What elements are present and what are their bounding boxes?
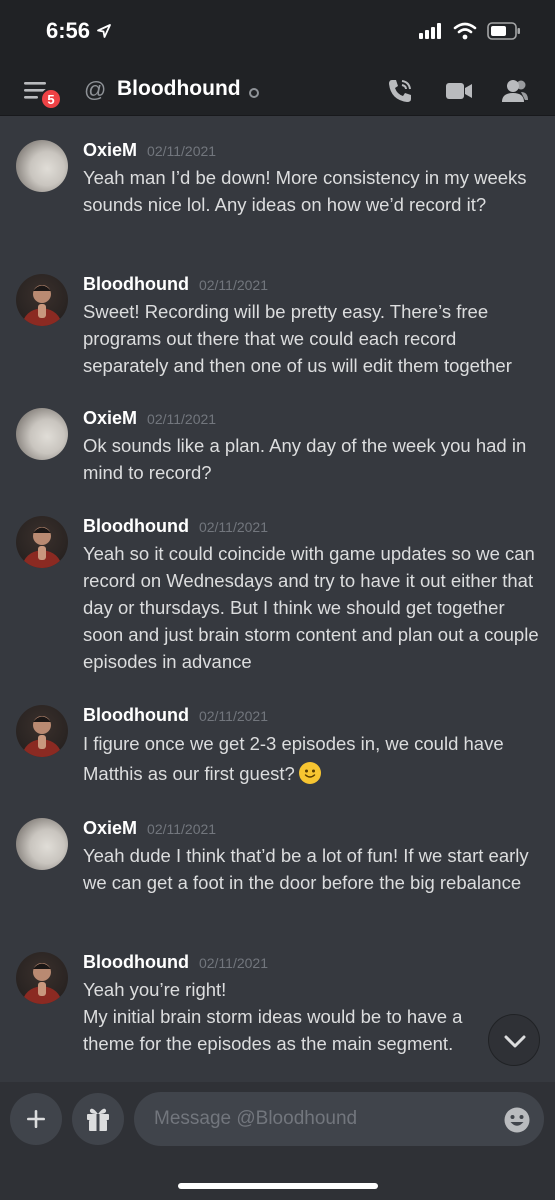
message-header: OxieM 02/11/2021 bbox=[83, 818, 216, 839]
notification-badge: 5 bbox=[40, 88, 62, 110]
message-header: Bloodhound 02/11/2021 bbox=[83, 516, 268, 537]
menu-button[interactable]: 5 bbox=[22, 76, 62, 110]
author-name[interactable]: Bloodhound bbox=[83, 705, 189, 725]
avatar[interactable] bbox=[16, 952, 68, 1004]
channel-title[interactable]: Bloodhound bbox=[117, 77, 241, 101]
avatar[interactable] bbox=[16, 516, 68, 568]
message-text: Yeah man I’d be down! More consistency i… bbox=[83, 167, 527, 215]
signal-icon bbox=[419, 23, 441, 39]
timestamp: 02/11/2021 bbox=[147, 143, 217, 159]
message-header: Bloodhound 02/11/2021 bbox=[83, 952, 268, 973]
channel-header: 5 @ Bloodhound bbox=[0, 64, 555, 116]
status-bar: 6:56 bbox=[0, 0, 555, 64]
avatar[interactable] bbox=[16, 274, 68, 326]
status-time-text: 6:56 bbox=[46, 18, 91, 43]
battery-icon bbox=[487, 22, 520, 40]
offline-status-icon bbox=[249, 88, 259, 98]
message-header: OxieM 02/11/2021 bbox=[83, 408, 216, 429]
timestamp: 02/11/2021 bbox=[198, 708, 268, 724]
author-name[interactable]: Bloodhound bbox=[83, 952, 189, 972]
status-indicators bbox=[419, 22, 521, 40]
chevron-down-icon bbox=[504, 1035, 526, 1048]
message-line: My initial brain storm ideas would be to… bbox=[83, 1006, 463, 1054]
at-icon: @ bbox=[84, 77, 107, 102]
wifi-icon bbox=[453, 22, 477, 40]
location-arrow-icon bbox=[97, 24, 111, 38]
members-icon[interactable] bbox=[500, 76, 530, 106]
avatar-image bbox=[22, 963, 62, 1004]
add-attachment-button[interactable] bbox=[10, 1093, 62, 1145]
message-text: Ok sounds like a plan. Any day of the we… bbox=[83, 435, 527, 483]
slightly-smiling-face-icon bbox=[298, 762, 321, 784]
gift-button[interactable] bbox=[72, 1093, 124, 1145]
video-camera-icon[interactable] bbox=[444, 76, 474, 106]
author-name[interactable]: Bloodhound bbox=[83, 516, 189, 536]
message-header: OxieM 02/11/2021 bbox=[83, 140, 216, 161]
avatar-image bbox=[22, 716, 62, 757]
avatar[interactable] bbox=[16, 140, 68, 192]
message-text: Yeah dude I think that’d be a lot of fun… bbox=[83, 845, 529, 893]
emoji-icon[interactable] bbox=[503, 1106, 531, 1134]
message-header: Bloodhound 02/11/2021 bbox=[83, 705, 268, 726]
message-text: I figure once we get 2-3 episodes in, we… bbox=[83, 729, 545, 789]
timestamp: 02/11/2021 bbox=[147, 411, 217, 427]
timestamp: 02/11/2021 bbox=[198, 277, 268, 293]
author-name[interactable]: OxieM bbox=[83, 408, 137, 428]
avatar[interactable] bbox=[16, 408, 68, 460]
message-text: Sweet! Recording will be pretty easy. Th… bbox=[83, 301, 512, 376]
home-indicator[interactable] bbox=[178, 1183, 378, 1189]
message-header: Bloodhound 02/11/2021 bbox=[83, 274, 268, 295]
author-name[interactable]: Bloodhound bbox=[83, 274, 189, 294]
plus-icon bbox=[27, 1110, 45, 1128]
message-line: Yeah you’re right! bbox=[83, 979, 227, 1000]
timestamp: 02/11/2021 bbox=[147, 821, 217, 837]
author-name[interactable]: OxieM bbox=[83, 818, 137, 838]
message-text: Yeah you’re right! My initial brain stor… bbox=[83, 976, 483, 1057]
timestamp: 02/11/2021 bbox=[198, 519, 268, 535]
author-name[interactable]: OxieM bbox=[83, 140, 137, 160]
scroll-to-bottom-button[interactable] bbox=[488, 1014, 540, 1066]
status-time: 6:56 bbox=[46, 18, 112, 44]
avatar-image bbox=[22, 527, 62, 568]
avatar-image bbox=[22, 285, 62, 326]
message-input[interactable] bbox=[134, 1092, 544, 1146]
phone-icon[interactable] bbox=[385, 76, 415, 106]
avatar[interactable] bbox=[16, 818, 68, 870]
message-text-content: I figure once we get 2-3 episodes in, we… bbox=[83, 733, 504, 784]
timestamp: 02/11/2021 bbox=[198, 955, 268, 971]
avatar[interactable] bbox=[16, 705, 68, 757]
message-text: Yeah so it could coincide with game upda… bbox=[83, 543, 539, 672]
gift-icon bbox=[87, 1108, 109, 1131]
